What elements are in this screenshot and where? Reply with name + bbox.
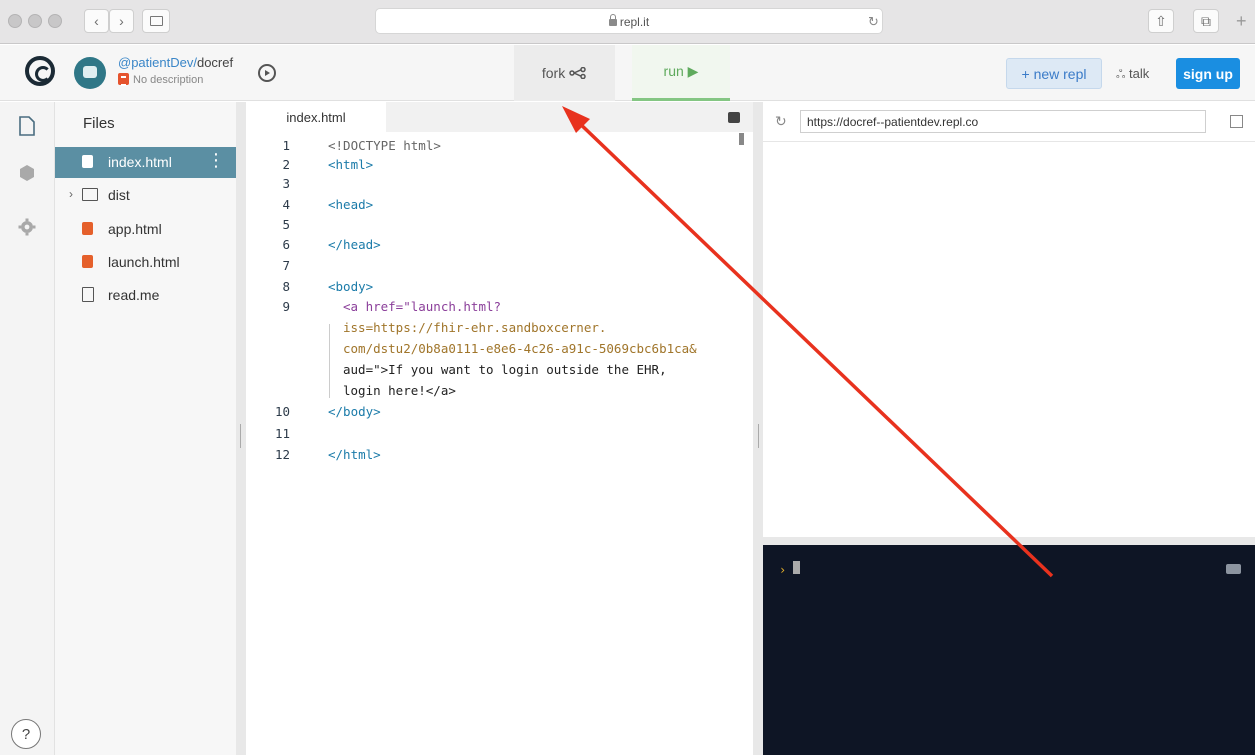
- owner-link[interactable]: @patientDev/: [118, 55, 197, 70]
- tabs-overview-button[interactable]: ⧉: [1193, 9, 1219, 33]
- tab-index-html[interactable]: index.html: [246, 102, 386, 132]
- left-rail: ?: [0, 102, 55, 755]
- lock-icon: [608, 14, 617, 26]
- files-panel: Files index.html ⋮ › dist app.html launc…: [55, 102, 236, 755]
- html-file-icon: [82, 155, 93, 168]
- repl-header: @patientDev/docref No description fork r…: [0, 45, 1255, 101]
- code-editor[interactable]: index.html 1 <!DOCTYPE html> 2 <html> 3 4 <…: [246, 102, 753, 755]
- preview-toolbar: ↻ https://docref--patientdev.repl.co: [763, 102, 1255, 142]
- help-button[interactable]: ?: [11, 719, 41, 749]
- editor-preview-divider[interactable]: [753, 102, 763, 755]
- chevron-right-icon: ›: [69, 187, 73, 201]
- fork-button[interactable]: fork: [514, 45, 615, 101]
- share-button[interactable]: ⇧: [1148, 9, 1174, 33]
- console-cursor: [793, 561, 800, 574]
- web-preview: ↻ https://docref--patientdev.repl.co: [763, 102, 1255, 537]
- files-title: Files: [83, 115, 115, 132]
- refresh-icon[interactable]: ↻: [775, 113, 787, 130]
- forward-button[interactable]: ›: [109, 9, 134, 33]
- editor-tab-bar: [386, 102, 753, 132]
- more-options-icon[interactable]: ⋮: [207, 151, 225, 169]
- screen: { "browser": { "url": "repl.it", "back_g…: [0, 0, 1255, 755]
- indent-guide: [329, 324, 330, 398]
- open-external-icon[interactable]: [1230, 115, 1243, 128]
- tabs-icon: ⧉: [1201, 12, 1211, 29]
- repl-title[interactable]: @patientDev/docref: [118, 55, 233, 70]
- file-item-read-me[interactable]: read.me: [55, 280, 236, 311]
- folder-item-dist[interactable]: › dist: [55, 180, 236, 211]
- html-file-icon: [82, 222, 93, 235]
- run-button[interactable]: run ▶: [632, 45, 730, 101]
- preview-console-divider[interactable]: [763, 537, 1255, 545]
- packages-icon[interactable]: [18, 164, 36, 182]
- settings-gear-icon[interactable]: [18, 218, 36, 236]
- browser-toolbar: ‹ › repl.it ↻ ⇧ ⧉ +: [0, 0, 1255, 44]
- people-icon: ஃ: [1116, 67, 1126, 81]
- avatar[interactable]: [74, 57, 106, 89]
- reload-icon[interactable]: ↻: [868, 14, 879, 30]
- code-text: <!DOCTYPE html>: [328, 138, 441, 153]
- repl-description: No description: [118, 73, 203, 86]
- folder-icon: [82, 188, 98, 201]
- html-file-icon: [82, 255, 93, 268]
- chevron-left-icon: ‹: [94, 13, 99, 29]
- clear-console-icon[interactable]: [1226, 564, 1241, 574]
- file-item-index-html[interactable]: index.html ⋮: [55, 147, 236, 178]
- file-item-app-html[interactable]: app.html: [55, 214, 236, 245]
- file-item-launch-html[interactable]: launch.html: [55, 247, 236, 278]
- replit-logo-icon[interactable]: [25, 56, 55, 86]
- console-prompt: ›: [779, 563, 787, 577]
- sign-up-button[interactable]: sign up: [1176, 58, 1240, 89]
- address-text: repl.it: [619, 15, 650, 29]
- back-button[interactable]: ‹: [84, 9, 109, 33]
- document-icon: [82, 287, 94, 302]
- console[interactable]: ›: [763, 545, 1255, 755]
- zoom-window-button[interactable]: [48, 14, 62, 28]
- minimize-window-button[interactable]: [28, 14, 42, 28]
- html5-icon: [118, 73, 129, 86]
- chevron-right-icon: ›: [119, 13, 124, 29]
- sidebar-toggle-button[interactable]: [142, 9, 170, 33]
- files-editor-divider[interactable]: [236, 102, 246, 755]
- address-bar[interactable]: repl.it ↻: [375, 8, 883, 34]
- talk-link[interactable]: ஃ talk: [1116, 66, 1149, 83]
- history-icon[interactable]: [258, 64, 276, 82]
- new-tab-button[interactable]: +: [1236, 11, 1247, 32]
- fork-label: fork: [541, 65, 570, 81]
- sidebar-icon: [149, 16, 163, 26]
- close-window-button[interactable]: [8, 14, 22, 28]
- files-icon[interactable]: [18, 116, 36, 136]
- fork-icon: [569, 67, 586, 79]
- editor-scrollbar[interactable]: [739, 133, 744, 145]
- new-repl-button[interactable]: + new repl: [1006, 58, 1102, 89]
- repl-name: docref: [196, 55, 234, 70]
- editor-menu-icon[interactable]: [728, 112, 740, 123]
- share-icon: ⇧: [1155, 12, 1167, 29]
- preview-url-field[interactable]: https://docref--patientdev.repl.co: [800, 110, 1206, 133]
